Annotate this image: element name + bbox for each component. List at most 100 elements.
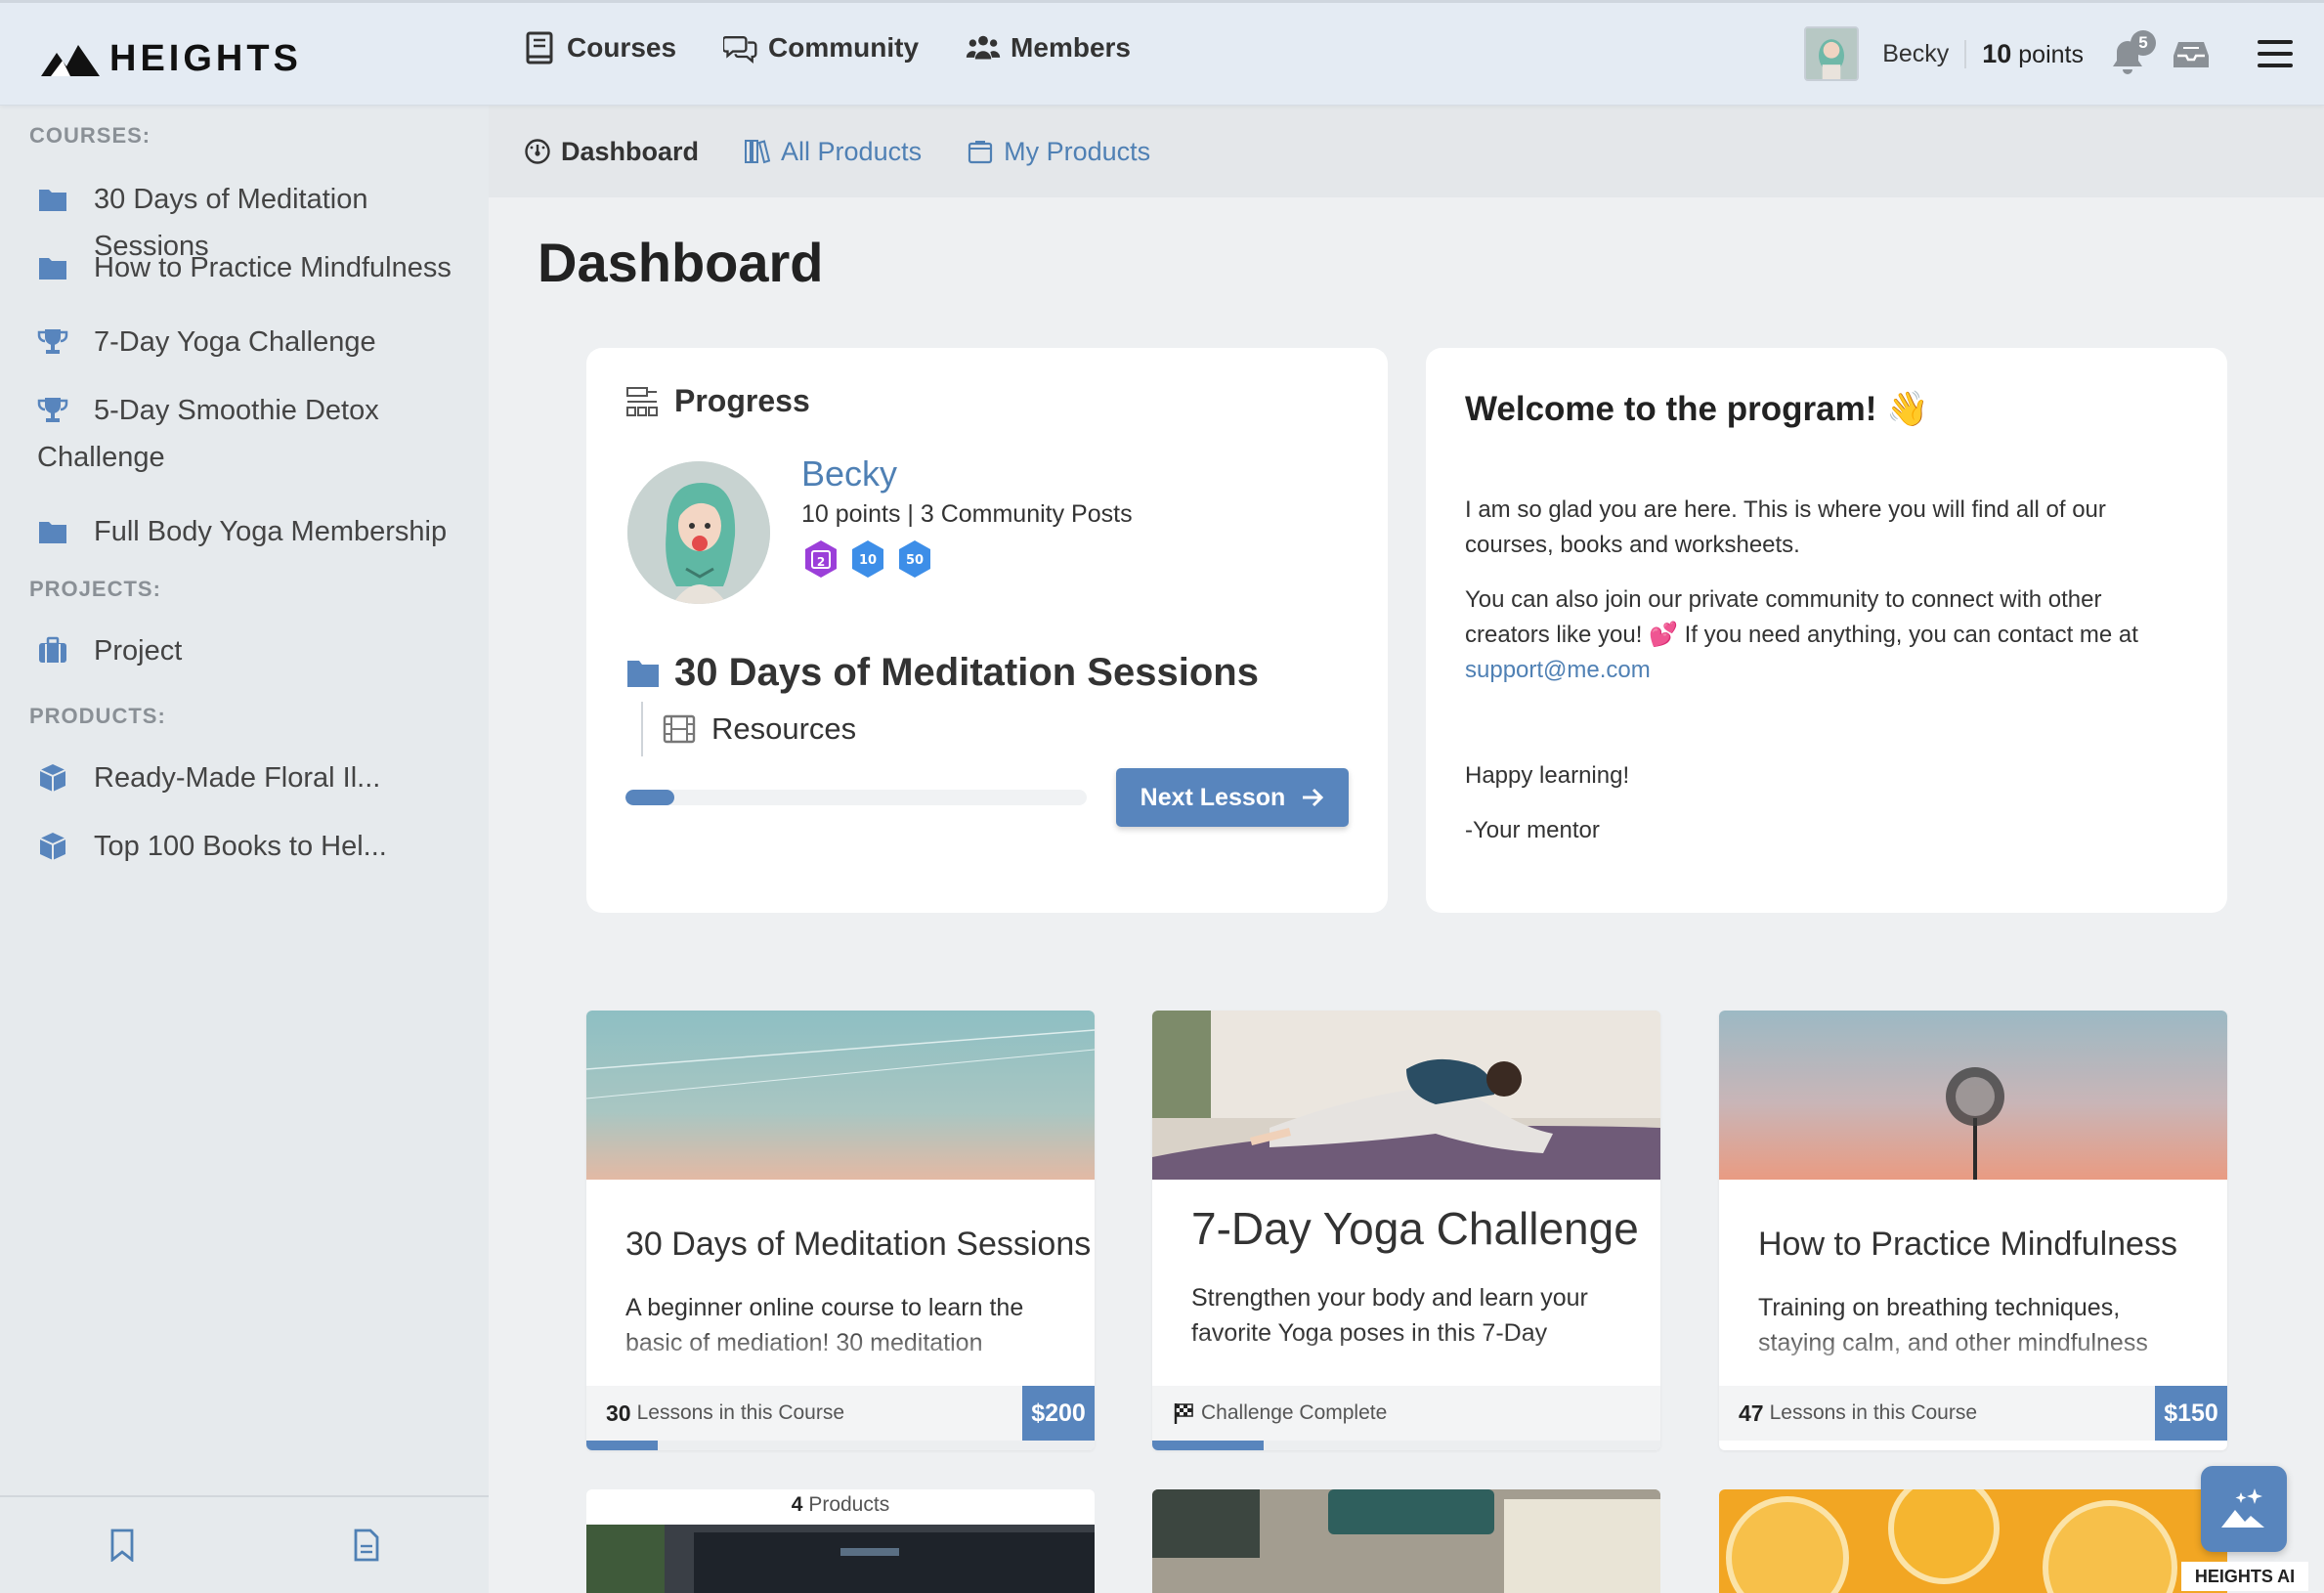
nav-community[interactable]: Community (723, 30, 919, 65)
course-card[interactable]: 7-Day Yoga Challenge Strengthen your bod… (1152, 1011, 1660, 1450)
course-card-footer: Challenge Complete (1152, 1386, 1660, 1441)
user-points[interactable]: 10 points (1982, 39, 2084, 69)
nav-courses[interactable]: Courses (522, 30, 676, 65)
trophy-icon (37, 398, 68, 422)
product-card[interactable] (1152, 1489, 1660, 1593)
magic-image-icon (2221, 1488, 2264, 1528)
lessons-count: 47 (1739, 1399, 1764, 1426)
film-icon (663, 714, 696, 744)
trophy-icon (37, 329, 68, 354)
course-card-progress (1152, 1441, 1660, 1450)
nav-courses-label: Courses (567, 32, 677, 63)
user-avatar[interactable] (1804, 26, 1860, 81)
inbox-icon[interactable] (2172, 34, 2211, 73)
course-card-progress (586, 1441, 1095, 1450)
course-card[interactable]: 30 Days of Meditation Sessions A beginne… (586, 1011, 1095, 1450)
text-fade (1152, 1333, 1660, 1392)
badge-10-label: 10 (859, 553, 877, 568)
course-card-progress-fill (1152, 1441, 1265, 1450)
sidebar-project-1[interactable]: Project (0, 627, 489, 674)
notifications-button[interactable]: 5 (2109, 30, 2156, 75)
next-lesson-button[interactable]: Next Lesson (1116, 768, 1349, 827)
yoga-image (1152, 1011, 1660, 1180)
folder-icon (39, 522, 66, 543)
checkered-flag-icon (1174, 1403, 1193, 1424)
sidebar-course-3[interactable]: 7-Day Yoga Challenge (0, 319, 489, 366)
course-card[interactable]: How to Practice Mindfulness Training on … (1719, 1011, 2227, 1450)
product-card[interactable] (1719, 1489, 2227, 1593)
folder-icon (39, 258, 66, 280)
sub-nav: Dashboard All Products My Products (489, 106, 2324, 197)
calendar-badge-icon[interactable]: 2 (801, 539, 840, 579)
sidebar-product-1[interactable]: Ready-Made Floral Il... (0, 754, 489, 801)
bookmarks-button[interactable] (0, 1497, 244, 1593)
arrow-right-icon (1303, 788, 1324, 807)
course-card-footer: 47 Lessons in this Course (1719, 1386, 2227, 1441)
welcome-paragraph: You can also join our private community … (1465, 582, 2169, 688)
tab-dashboard[interactable]: Dashboard (524, 137, 699, 167)
user-points-label: points (2018, 40, 2084, 68)
nav-members[interactable]: Members (966, 30, 1131, 65)
text-fade (1719, 1327, 2227, 1386)
course-card-title: 30 Days of Meditation Sessions (625, 1226, 1092, 1263)
points-10-badge-icon[interactable]: 10 (848, 539, 887, 579)
sidebar-product-2[interactable]: Top 100 Books to Hel... (0, 823, 489, 870)
support-email-link[interactable]: support@me.com (1465, 657, 1651, 683)
welcome-paragraph: Happy learning! (1465, 762, 1630, 789)
shopping-bag-icon (968, 141, 993, 164)
user-name[interactable]: Becky (1882, 39, 1967, 68)
tab-all-products[interactable]: All Products (744, 137, 922, 167)
hamburger-menu-icon[interactable] (2256, 36, 2295, 71)
badge-2-label: 2 (817, 555, 825, 569)
welcome-paragraph: I am so glad you are here. This is where… (1465, 496, 2106, 558)
chat-bubbles-icon (723, 36, 757, 64)
orange-slices-image (1719, 1489, 2227, 1593)
notes-button[interactable] (244, 1497, 489, 1593)
product-bundle-card[interactable]: 4 Products (586, 1489, 1095, 1593)
sidebar-course-2[interactable]: How to Practice Mindfulness (0, 244, 489, 291)
sidebar-product-label: Top 100 Books to Hel... (94, 831, 387, 862)
sidebar-course-5[interactable]: Full Body Yoga Membership (0, 508, 489, 555)
current-lesson-title: Resources (711, 711, 857, 746)
users-icon (966, 35, 1001, 60)
course-progress-fill (625, 790, 675, 805)
course-card-progress-fill (586, 1441, 658, 1450)
lessons-label: Lessons in this Course (636, 1401, 845, 1424)
challenge-status: Challenge Complete (1201, 1401, 1388, 1424)
course-card-footer: 30 Lessons in this Course (586, 1386, 1095, 1441)
welcome-signature: -Your mentor (1465, 817, 1600, 843)
tab-dashboard-label: Dashboard (561, 136, 700, 166)
sidebar-projects-heading: PROJECTS: (29, 577, 161, 601)
user-points-value: 10 (1982, 38, 2012, 68)
avatar-illustration-icon (627, 461, 770, 604)
avatar-illustration-icon (1806, 28, 1858, 79)
brand-name: HEIGHTS (109, 38, 302, 79)
welcome-title: Welcome to the program! 👋 (1465, 390, 1929, 428)
tab-my-products[interactable]: My Products (967, 137, 1150, 167)
products-count: 4 (791, 1493, 803, 1516)
current-lesson[interactable]: Resources (641, 702, 856, 756)
current-course[interactable]: 30 Days of Meditation Sessions (625, 651, 1259, 695)
lessons-count: 30 (606, 1399, 631, 1426)
sidebar-courses-heading: COURSES: (29, 123, 151, 148)
progress-user-stats: 10 points | 3 Community Posts (801, 500, 1133, 528)
sidebar-products-heading: PRODUCTS: (29, 704, 166, 728)
gauge-icon (525, 139, 550, 164)
sidebar: COURSES: 30 Days of Meditation Sessions … (0, 106, 489, 1593)
sidebar-course-4[interactable]: 5-Day Smoothie Detox Challenge (0, 387, 381, 481)
page-title: Dashboard (538, 232, 824, 293)
course-card-title: How to Practice Mindfulness (1758, 1226, 2177, 1263)
brand-logo[interactable]: HEIGHTS (41, 38, 302, 80)
progress-avatar[interactable] (627, 461, 770, 604)
sidebar-course-label: 7-Day Yoga Challenge (94, 326, 376, 358)
next-lesson-label: Next Lesson (1140, 783, 1286, 811)
books-icon (745, 140, 771, 164)
book-icon (526, 31, 553, 65)
tab-my-products-label: My Products (1004, 136, 1151, 166)
text-fade (586, 1327, 1095, 1386)
welcome-paragraph-text: You can also join our private community … (1465, 586, 2138, 648)
progress-user-name[interactable]: Becky (801, 453, 897, 495)
heights-ai-button[interactable] (2201, 1466, 2287, 1552)
points-50-badge-icon[interactable]: 50 (895, 539, 934, 579)
course-card-title: 7-Day Yoga Challenge (1191, 1203, 1639, 1254)
